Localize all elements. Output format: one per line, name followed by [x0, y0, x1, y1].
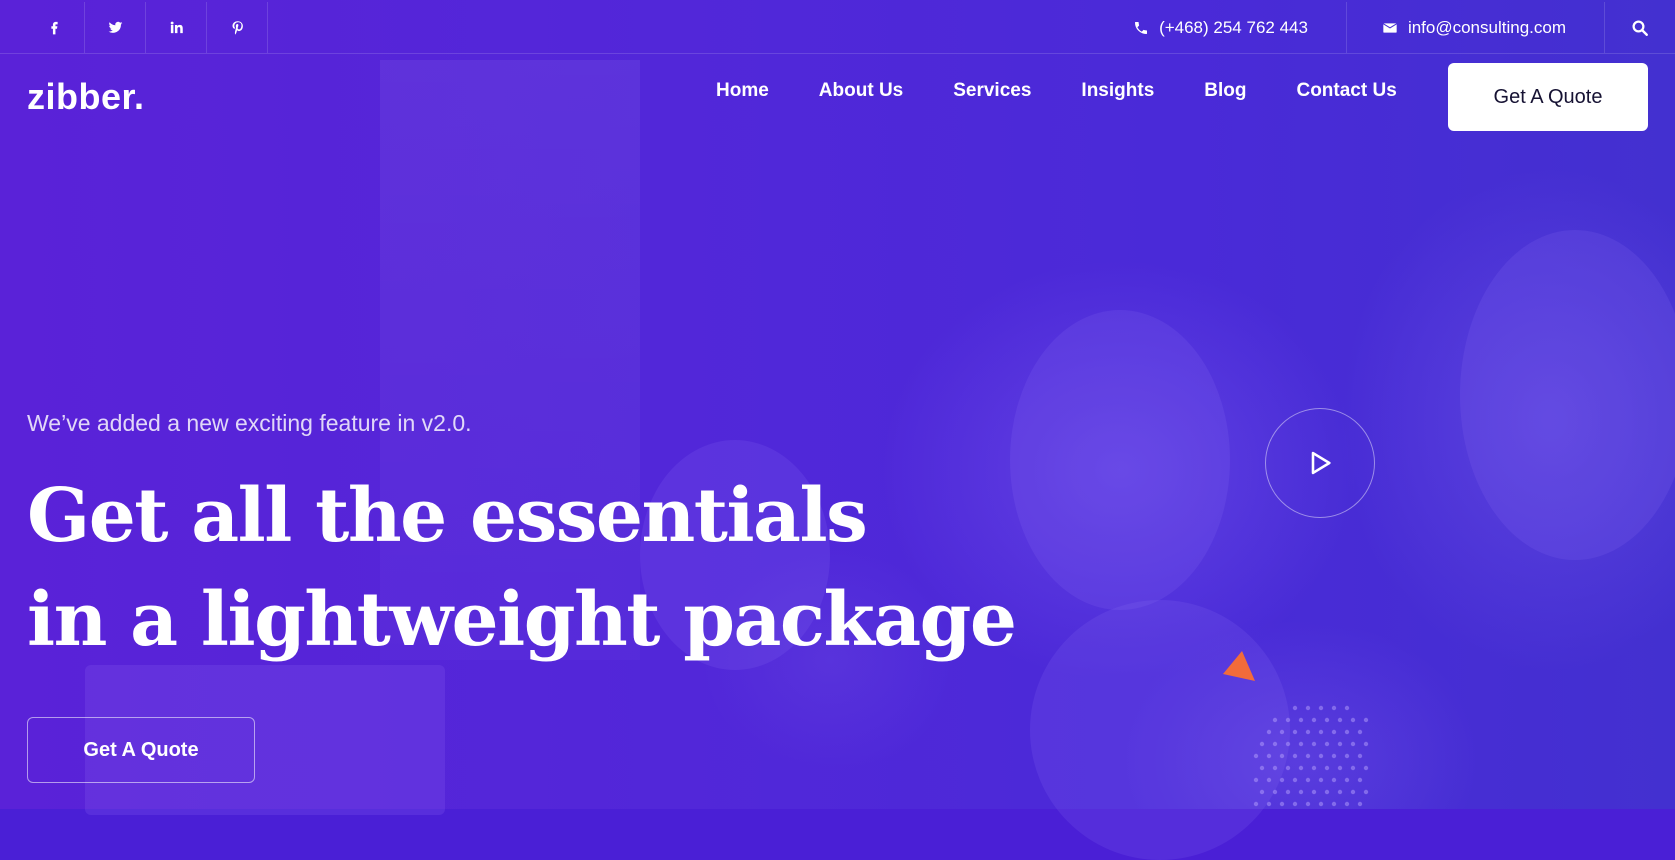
social-links [24, 2, 268, 53]
pinterest-link[interactable] [207, 2, 268, 53]
nav-menu: Home About Us Services Insights Blog Con… [716, 80, 1447, 102]
logo[interactable]: zibber. [27, 76, 145, 118]
email-address: info@consulting.com [1407, 17, 1566, 37]
hero-get-a-quote-button[interactable]: Get A Quote [27, 717, 255, 783]
main-navbar: zibber. Home About Us Services Insights … [0, 54, 1675, 139]
dot-pattern-icon [1253, 705, 1369, 807]
search-icon [1632, 20, 1648, 36]
envelope-icon [1383, 22, 1397, 33]
nav-about-us[interactable]: About Us [819, 80, 903, 102]
facebook-link[interactable] [24, 2, 85, 53]
contact-info: (+468) 254 762 443 info@consulting.com [1098, 2, 1675, 53]
decorative-triangle-icon [1223, 651, 1255, 681]
linkedin-icon [170, 21, 183, 34]
hero-headline: Get all the essentials in a lightweight p… [27, 464, 1017, 672]
hero-subtitle: We’ve added a new exciting feature in v2… [27, 410, 472, 436]
nav-insights[interactable]: Insights [1081, 80, 1154, 102]
pinterest-icon [232, 21, 243, 35]
twitter-link[interactable] [85, 2, 146, 53]
facebook-icon [50, 21, 58, 35]
nav-services[interactable]: Services [953, 80, 1031, 102]
play-video-button[interactable] [1265, 408, 1375, 518]
phone-link[interactable]: (+468) 254 762 443 [1098, 2, 1347, 53]
nav-home[interactable]: Home [716, 80, 769, 102]
email-link[interactable]: info@consulting.com [1347, 2, 1605, 53]
nav-contact-us[interactable]: Contact Us [1296, 80, 1396, 102]
twitter-icon [108, 21, 122, 33]
play-icon [1311, 451, 1331, 475]
headline-line-2: in a lightweight package [27, 577, 1017, 663]
get-a-quote-button[interactable]: Get A Quote [1448, 63, 1648, 131]
search-button[interactable] [1605, 2, 1675, 53]
phone-icon [1135, 21, 1148, 34]
top-bar: (+468) 254 762 443 info@consulting.com [0, 2, 1675, 54]
headline-line-1: Get all the essentials [27, 473, 868, 559]
nav-blog[interactable]: Blog [1204, 80, 1246, 102]
linkedin-link[interactable] [146, 2, 207, 53]
phone-number: (+468) 254 762 443 [1159, 17, 1308, 37]
